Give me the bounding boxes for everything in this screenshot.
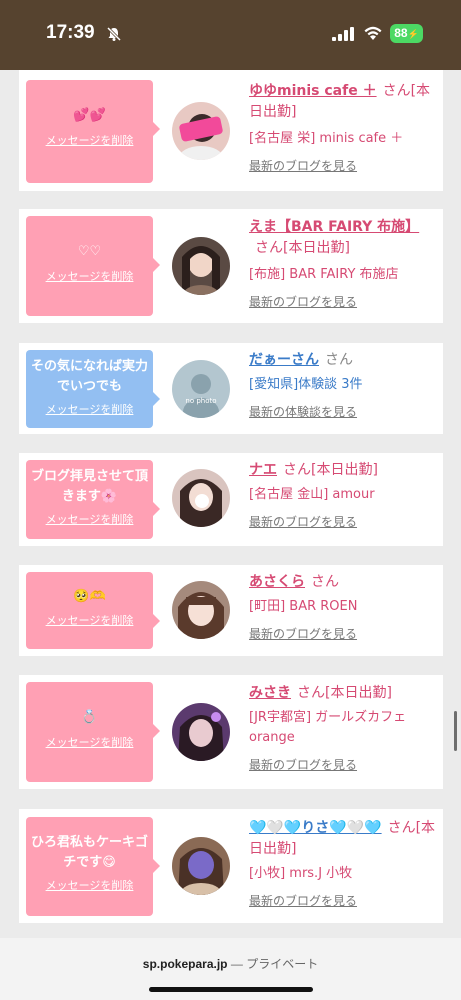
name-suffix: さん: [311, 574, 339, 590]
battery-level: 88: [394, 26, 408, 40]
profile-info: みさき さん[本日出勤] [JR宇都宮] ガールズカフェ orange 最新のブロ…: [249, 683, 439, 773]
avatar[interactable]: [172, 102, 230, 160]
delete-message-link[interactable]: メッセージを削除: [26, 612, 153, 628]
message-card: 🥺🫶 メッセージを削除 あさくら さん [町田] BAR ROEN 最新のブログを…: [19, 565, 443, 656]
profile-info: ナエ さん[本日出勤] [名古屋 金山] amour 最新のブログを見る: [249, 460, 439, 530]
name-line: だぁーさん さん: [249, 350, 439, 371]
latest-review-link[interactable]: 最新の体験談を見る: [249, 403, 439, 420]
message-bubble: ブログ拝見させて頂きます🌸 メッセージを削除: [26, 460, 160, 539]
shop-name: [JR宇都宮] ガールズカフェ orange: [249, 710, 407, 745]
profile-info: 🩵🤍🩵りさ🩵🤍🩵 さん[本日出勤] [小牧] mrs.J 小牧 最新のブログを見る: [249, 818, 439, 909]
profile-name-link[interactable]: だぁーさん: [249, 352, 319, 368]
profile-name-link[interactable]: 🩵🤍🩵りさ🩵🤍🩵: [249, 820, 382, 836]
no-photo-label: no photo: [185, 397, 216, 405]
avatar[interactable]: [172, 237, 230, 295]
avatar-no-photo[interactable]: no photo: [172, 360, 230, 418]
message-bubble: その気になれば実力でいつでも メッセージを削除: [26, 350, 160, 428]
avatar[interactable]: [172, 837, 230, 895]
message-bubble: 🥺🫶 メッセージを削除: [26, 572, 160, 649]
avatar[interactable]: [172, 581, 230, 639]
latest-blog-link[interactable]: 最新のブログを見る: [249, 756, 439, 773]
latest-blog-link[interactable]: 最新のブログを見る: [249, 892, 439, 909]
profile-name-link[interactable]: ナエ: [249, 462, 277, 478]
latest-blog-link[interactable]: 最新のブログを見る: [249, 625, 439, 642]
private-mode-label: プライベート: [246, 957, 319, 971]
charging-icon: ⚡: [407, 29, 419, 39]
message-text: その気になれば実力でいつでも: [30, 359, 148, 394]
delete-message-link[interactable]: メッセージを削除: [26, 401, 153, 417]
profile-info: えま【BAR FAIRY 布施】さん[本日出勤] [布施] BAR FAIRY …: [249, 217, 439, 310]
latest-blog-link[interactable]: 最新のブログを見る: [249, 293, 439, 310]
name-line: あさくら さん: [249, 572, 439, 593]
home-indicator[interactable]: [149, 987, 313, 992]
delete-message-link[interactable]: メッセージを削除: [26, 511, 153, 527]
shop-name: [愛知県]体験談 3件: [249, 377, 363, 392]
shop-name: [名古屋 栄] minis cafe ＋: [249, 131, 404, 146]
profile-name-link[interactable]: えま【BAR FAIRY 布施】: [249, 219, 419, 235]
message-text: 💕💕: [73, 108, 106, 123]
message-bubble: ひろ君私もケーキゴチです😋 メッセージを削除: [26, 817, 160, 916]
profile-name-link[interactable]: ゆゆminis cafe ＋: [249, 83, 377, 99]
status-time: 17:39: [46, 22, 95, 43]
message-bubble: 💕💕 メッセージを削除: [26, 80, 160, 183]
scrollbar[interactable]: [454, 711, 457, 751]
name-suffix: さん[本日出勤]: [297, 685, 392, 701]
signal-icon: [332, 27, 354, 41]
name-line: みさき さん[本日出勤]: [249, 683, 439, 704]
name-line: ゆゆminis cafe ＋さん[本日出勤]: [249, 81, 439, 123]
delete-message-link[interactable]: メッセージを削除: [26, 877, 153, 893]
battery-badge: 88⚡: [390, 24, 423, 43]
delete-message-link[interactable]: メッセージを削除: [26, 132, 153, 148]
message-bubble: ♡♡ メッセージを削除: [26, 216, 160, 316]
message-card: その気になれば実力でいつでも メッセージを削除 no photo だぁーさん さん…: [19, 343, 443, 434]
avatar[interactable]: [172, 703, 230, 761]
message-text: ブログ拝見させて頂きます🌸: [30, 469, 148, 504]
url-domain: sp.pokepara.jp: [142, 957, 228, 971]
bell-muted-icon: [106, 26, 122, 42]
profile-name-link[interactable]: みさき: [249, 685, 291, 701]
delete-message-link[interactable]: メッセージを削除: [26, 734, 153, 750]
wifi-icon: [364, 26, 382, 40]
profile-info: だぁーさん さん [愛知県]体験談 3件 最新の体験談を見る: [249, 350, 439, 420]
message-text: 💍: [81, 710, 98, 725]
name-line: ナエ さん[本日出勤]: [249, 460, 439, 481]
message-bubble: 💍 メッセージを削除: [26, 682, 160, 782]
name-line: 🩵🤍🩵りさ🩵🤍🩵 さん[本日出勤]: [249, 818, 439, 860]
shop-name: [名古屋 金山] amour: [249, 487, 375, 502]
message-text: 🥺🫶: [73, 589, 106, 604]
url-separator: —: [230, 957, 243, 971]
name-suffix: さん[本日出勤]: [255, 240, 350, 256]
avatar[interactable]: [172, 469, 230, 527]
message-card: ♡♡ メッセージを削除 えま【BAR FAIRY 布施】さん[本日出勤] [布施…: [19, 209, 443, 323]
profile-name-link[interactable]: あさくら: [249, 574, 305, 590]
latest-blog-link[interactable]: 最新のブログを見る: [249, 513, 439, 530]
message-card: 💍 メッセージを削除 みさき さん[本日出勤] [JR宇都宮] ガールズカフェ o…: [19, 675, 443, 789]
message-list[interactable]: 💕💕 メッセージを削除 ゆゆminis cafe ＋さん[本日出勤] [名古屋 …: [0, 70, 461, 938]
delete-message-link[interactable]: メッセージを削除: [26, 268, 153, 284]
name-suffix: さん: [325, 352, 353, 368]
shop-name: [町田] BAR ROEN: [249, 599, 358, 614]
message-card: 💕💕 メッセージを削除 ゆゆminis cafe ＋さん[本日出勤] [名古屋 …: [19, 70, 443, 191]
browser-bottom-bar: sp.pokepara.jp — プライベート: [0, 938, 461, 1000]
message-card: ひろ君私もケーキゴチです😋 メッセージを削除 🩵🤍🩵りさ🩵🤍🩵 さん[本日出勤] …: [19, 809, 443, 923]
name-suffix: さん[本日出勤]: [283, 462, 378, 478]
profile-info: あさくら さん [町田] BAR ROEN 最新のブログを見る: [249, 572, 439, 642]
message-text: ひろ君私もケーキゴチです😋: [30, 835, 148, 870]
message-card: ブログ拝見させて頂きます🌸 メッセージを削除 ナエ さん[本日出勤] [名古屋 金…: [19, 453, 443, 546]
message-text: ♡♡: [77, 244, 102, 259]
name-line: えま【BAR FAIRY 布施】さん[本日出勤]: [249, 217, 439, 259]
profile-info: ゆゆminis cafe ＋さん[本日出勤] [名古屋 栄] minis caf…: [249, 81, 439, 174]
shop-name: [小牧] mrs.J 小牧: [249, 866, 353, 881]
status-bar: 17:39 88⚡: [0, 0, 461, 70]
address-bar[interactable]: sp.pokepara.jp — プライベート: [0, 955, 461, 972]
latest-blog-link[interactable]: 最新のブログを見る: [249, 157, 439, 174]
shop-name: [布施] BAR FAIRY 布施店: [249, 267, 399, 282]
